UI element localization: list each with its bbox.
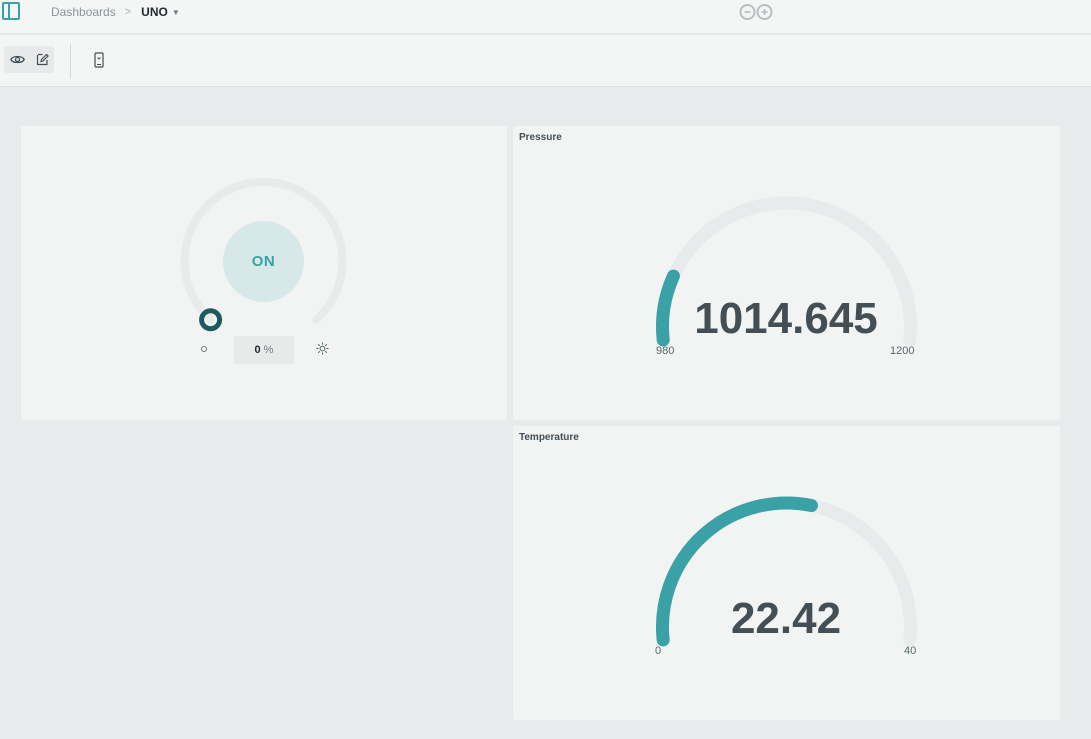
pressure-gauge-widget: Pressure 1014.645 980 1200 xyxy=(513,126,1060,420)
breadcrumb: Dashboards > UNO ▼ xyxy=(51,4,180,20)
top-bar: Dashboards > UNO ▼ xyxy=(0,0,1091,34)
light-low-icon xyxy=(201,346,207,352)
gauge-max-label: 40 xyxy=(904,645,917,657)
temperature-gauge xyxy=(656,496,917,647)
power-toggle-button[interactable]: ON xyxy=(223,221,304,302)
mobile-phone-icon[interactable] xyxy=(92,52,106,68)
toolbar-divider xyxy=(70,44,71,79)
toolbar xyxy=(0,35,1091,87)
temperature-gauge-widget: Temperature 22.42 0 40 xyxy=(513,426,1060,720)
sidebar-toggle-icon[interactable] xyxy=(2,2,20,20)
dashboard-name[interactable]: UNO xyxy=(141,5,168,19)
pressure-gauge xyxy=(656,196,917,347)
dimmer-unit: % xyxy=(263,344,274,356)
gauge-value: 1014.645 xyxy=(694,294,878,343)
mode-toggle-group xyxy=(4,46,54,73)
sun-icon xyxy=(316,342,329,355)
dimmer-value: 0 xyxy=(254,344,261,356)
gauge-value: 22.42 xyxy=(730,594,842,643)
caret-down-icon[interactable]: ▼ xyxy=(172,8,180,17)
pencil-icon[interactable] xyxy=(36,53,49,66)
eye-icon[interactable] xyxy=(9,54,25,65)
dimmed-light-widget: ON 0 % xyxy=(21,126,507,420)
gauge-fill xyxy=(656,269,680,347)
dimmer-controls: 0 % xyxy=(197,336,331,364)
breadcrumb-dashboards-link[interactable]: Dashboards xyxy=(51,5,116,19)
chevron-right-icon: > xyxy=(124,6,132,18)
gauge-max-label: 1200 xyxy=(890,345,915,357)
gauge-min-label: 980 xyxy=(656,345,675,357)
arduino-logo-icon xyxy=(739,4,773,20)
gauge-min-label: 0 xyxy=(655,645,662,657)
dimmer-value-field[interactable]: 0 % xyxy=(234,336,294,364)
